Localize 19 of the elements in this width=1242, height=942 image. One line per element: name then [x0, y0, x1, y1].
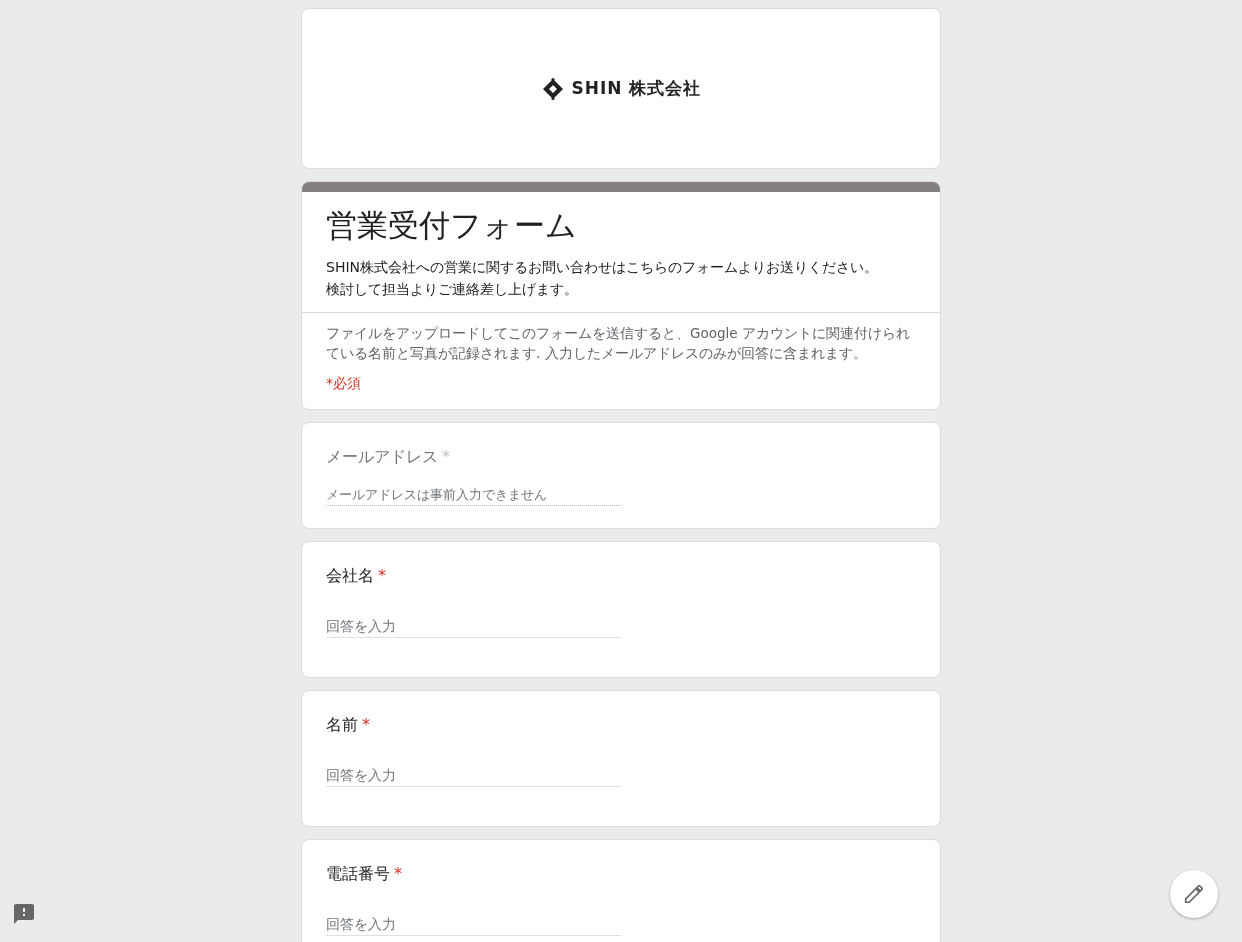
question-label: 電話番号: [326, 864, 390, 883]
feedback-icon[interactable]: [12, 902, 36, 926]
required-note: *必須: [326, 375, 362, 393]
form-title: 営業受付フォーム: [326, 206, 578, 245]
required-mark: *: [378, 566, 386, 585]
pencil-icon: [1183, 883, 1205, 905]
edit-button[interactable]: [1170, 870, 1218, 918]
input-field[interactable]: 回答を入力: [326, 912, 621, 936]
required-mark: *: [362, 715, 370, 734]
form-description: SHIN株式会社への営業に関するお問い合わせはこちらのフォームよりお送りください。 検討して担当よりご連絡差し上げます。: [326, 258, 879, 299]
question-label: メールアドレス: [326, 447, 438, 466]
logo-text: SHIN 株式会社: [571, 77, 702, 100]
required-mark: *: [442, 447, 450, 466]
required-mark: *: [394, 864, 402, 883]
input-field[interactable]: 回答を入力: [326, 614, 621, 638]
question-label: 名前: [326, 715, 358, 734]
input-field[interactable]: 回答を入力: [326, 763, 621, 787]
question-label: 会社名: [326, 566, 374, 585]
account-notice: ファイルをアップロードしてこのフォームを送信すると、Google アカウントに関連付けられている名前と写真が記録されます. 入力したメールアドレスのみが回答に含まれます。: [326, 324, 911, 363]
